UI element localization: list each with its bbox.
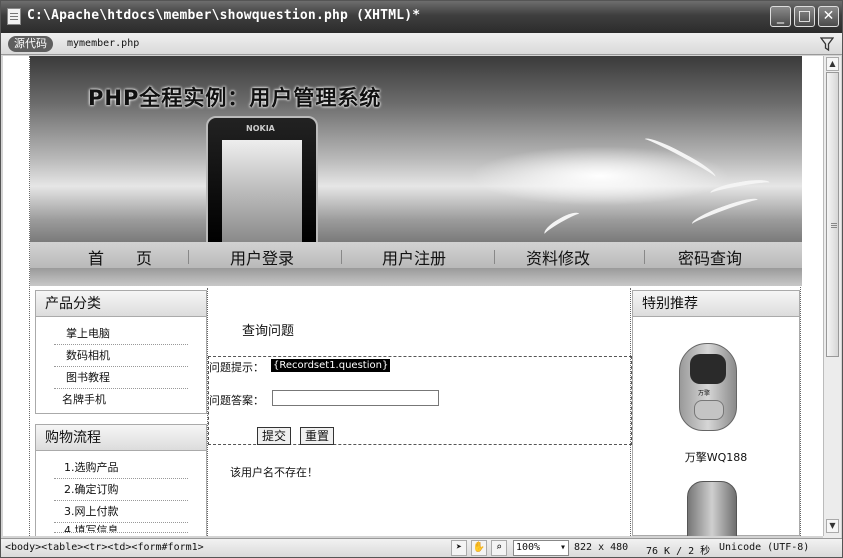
window-size[interactable]: 822 x 480 [574,542,628,553]
nav-divider [494,250,495,264]
related-file-tab[interactable]: mymember.php [67,38,139,49]
page-layout-table: NOKIA PHP全程实例：用户管理系统 首 页 用户登录 用户注册 资料修改 … [29,56,802,536]
answer-input[interactable] [272,390,439,406]
second-product-image[interactable] [687,481,737,536]
hand-tool-icon[interactable]: ✋ [471,540,487,556]
category-item[interactable]: 图书教程 [54,367,188,389]
zoom-value: 100% [516,542,541,553]
scroll-thumb[interactable] [826,72,839,357]
main-content: 查询问题 问题提示： {Recordset1.question} 问题答案： 提… [207,288,632,536]
status-bar: <body><table><tr><td><form#form1> ➤ ✋ ⌕ … [1,538,842,557]
source-code-button[interactable]: 源代码 [8,36,53,52]
tag-selector[interactable]: <body><table><tr><td><form#form1> [5,542,204,553]
process-step[interactable]: 1.选购产品 [54,457,188,479]
nav-divider [644,250,645,264]
nav-password-lookup[interactable]: 密码查询 [678,245,742,268]
phone-screen [690,354,726,384]
phone-brand: NOKIA [246,124,275,133]
nav-register[interactable]: 用户注册 [382,245,446,268]
featured-product-name[interactable]: 万擎WQ188 [633,449,799,465]
question-form: 问题提示： {Recordset1.question} 问题答案： 提交 重置 [208,356,632,445]
nav-divider [188,250,189,264]
category-title: 产品分类 [36,291,206,317]
scroll-up-icon[interactable]: ▲ [826,57,839,71]
nav-shadow [30,268,802,286]
phone-screen [222,140,302,242]
editor-window: C:\Apache\htdocs\member\showquestion.php… [0,0,843,558]
shopping-process-title: 购物流程 [36,425,206,451]
bird-icon [541,208,583,240]
error-message: 该用户名不存在！ [230,466,318,479]
nav-login[interactable]: 用户登录 [230,245,294,268]
download-size: 76 K / 2 秒 [646,546,711,557]
question-label: 问题提示： [209,361,264,374]
encoding: Unicode (UTF-8) [719,542,810,553]
process-step[interactable]: 2.确定订购 [54,479,188,501]
reset-button[interactable]: 重置 [300,427,335,445]
process-step[interactable]: 3.网上付款 [54,501,188,523]
question-binding: {Recordset1.question} [271,359,391,372]
banner-title: PHP全程实例：用户管理系统 [88,86,382,110]
scroll-down-icon[interactable]: ▼ [826,519,839,533]
zoom-tool-icon[interactable]: ⌕ [491,540,507,556]
submit-button[interactable]: 提交 [257,427,292,445]
close-button[interactable]: ✕ [818,6,839,27]
process-step[interactable]: 4.填写信息 [54,523,188,533]
vertical-scrollbar[interactable]: ▲ ▼ [823,56,841,536]
zoom-select[interactable]: 100% ▾ [513,540,569,556]
page-heading: 查询问题 [242,324,295,339]
grip-icon [831,223,837,224]
title-bar[interactable]: C:\Apache\htdocs\member\showquestion.php… [1,1,842,33]
left-sidebar: 产品分类 掌上电脑 数码相机 图书教程 名牌手机 购物流程 1.选购产品 2.确… [35,290,207,536]
design-view[interactable]: NOKIA PHP全程实例：用户管理系统 首 页 用户登录 用户注册 资料修改 … [3,56,823,536]
shopping-process-box: 购物流程 1.选购产品 2.确定订购 3.网上付款 4.填写信息 [35,424,207,536]
pointer-tool-icon[interactable]: ➤ [451,540,467,556]
featured-title: 特别推荐 [633,291,799,317]
document-toolbar: 源代码 mymember.php [1,33,842,55]
document-icon [7,8,21,25]
category-item[interactable]: 数码相机 [54,345,188,367]
minimize-button[interactable]: _ [770,6,791,27]
phone-image: NOKIA [206,116,318,242]
category-box: 产品分类 掌上电脑 数码相机 图书教程 名牌手机 [35,290,207,414]
banner-image: NOKIA PHP全程实例：用户管理系统 [30,56,802,242]
category-item[interactable]: 名牌手机 [54,389,188,411]
bird-icon [690,194,760,230]
nav-home[interactable]: 首 页 [88,245,152,268]
category-item[interactable]: 掌上电脑 [54,323,188,345]
window-title: C:\Apache\htdocs\member\showquestion.php… [27,8,421,23]
sun-glow [470,146,730,206]
phone-keypad [694,400,724,420]
nav-divider [341,250,342,264]
featured-phone-image[interactable]: 万擎 [679,343,737,431]
nav-profile-edit[interactable]: 资料修改 [526,245,590,268]
product-brand: 万擎 [698,390,711,397]
right-sidebar: 特别推荐 万擎 万擎WQ188 [632,290,800,536]
maximize-button[interactable]: □ [794,6,815,27]
filter-icon[interactable] [820,36,834,52]
answer-label: 问题答案： [209,394,264,407]
chevron-down-icon: ▾ [559,542,566,553]
main-nav: 首 页 用户登录 用户注册 资料修改 密码查询 [30,242,802,268]
